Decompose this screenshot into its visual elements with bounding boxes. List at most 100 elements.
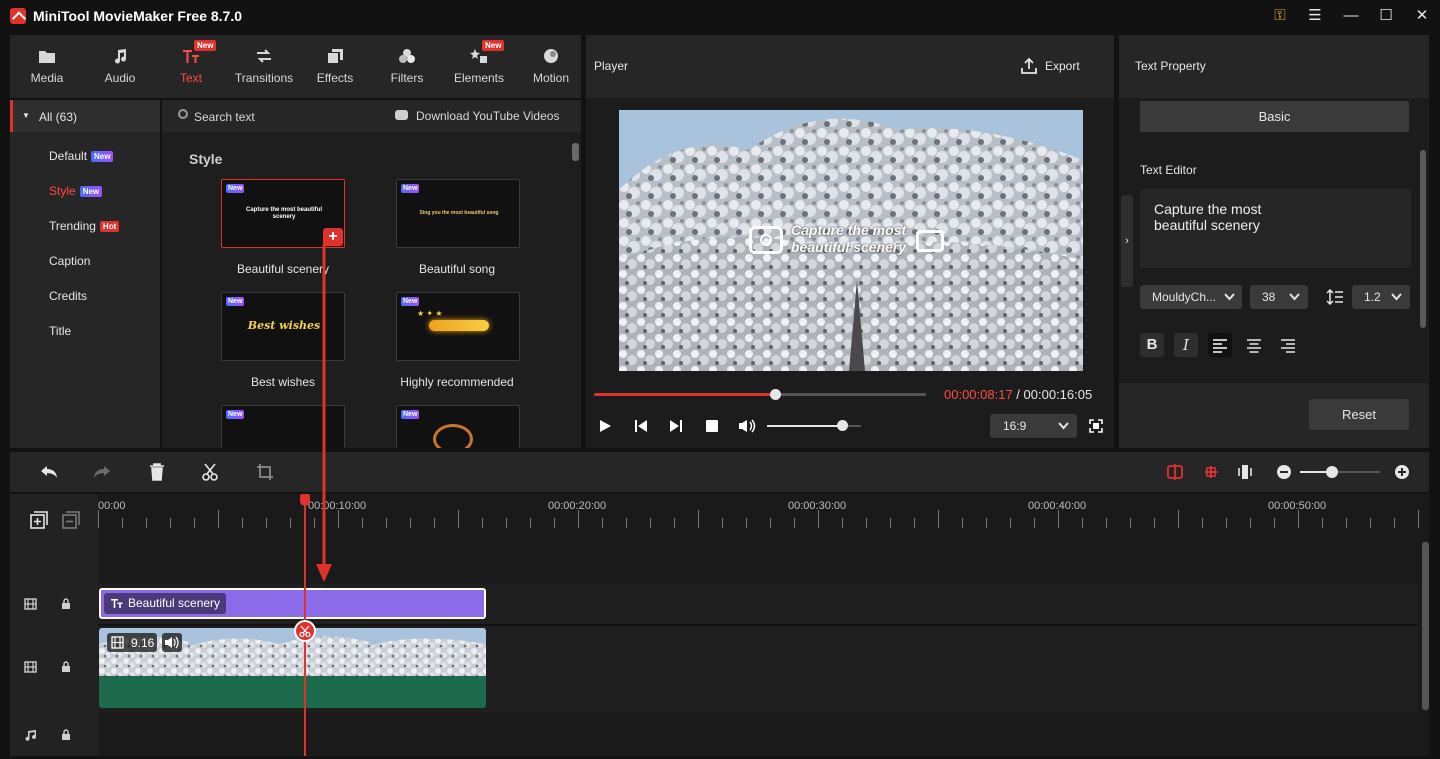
- tab-filters[interactable]: Filters: [372, 35, 442, 98]
- ruler-tick: [602, 518, 603, 528]
- close-icon[interactable]: ✕: [1411, 6, 1433, 26]
- download-youtube-link[interactable]: Download YouTube Videos: [416, 109, 559, 123]
- remove-track-icon[interactable]: [62, 511, 80, 529]
- zoom-slider[interactable]: [1300, 466, 1380, 478]
- ruler-tick: [506, 518, 507, 528]
- magnet-icon[interactable]: [1202, 463, 1220, 481]
- bold-button[interactable]: B: [1140, 333, 1164, 357]
- tab-media-label: Media: [30, 71, 64, 85]
- aspect-ratio-dropdown[interactable]: 16:9: [990, 414, 1077, 438]
- category-default[interactable]: Default New: [49, 149, 114, 163]
- fit-timeline-icon[interactable]: [1236, 463, 1254, 481]
- ruler-tick: [362, 518, 363, 528]
- search-input[interactable]: Search text: [194, 110, 255, 124]
- text-template-item[interactable]: New: [396, 405, 520, 448]
- timeline-scrollbar[interactable]: [1422, 542, 1429, 710]
- title-bar: MiniTool MovieMaker Free 8.7.0 ⚿ ☰ — ☐ ✕: [0, 0, 1440, 33]
- align-center-icon[interactable]: [1242, 333, 1266, 357]
- player-panel: Player Export Capture the most beautiful…: [586, 35, 1114, 448]
- volume-icon[interactable]: [738, 419, 756, 433]
- category-caption[interactable]: Caption: [49, 254, 90, 268]
- time-ruler[interactable]: 00:00 00:00:10:00 00:00:20:00 00:00:30:0…: [98, 494, 1429, 534]
- progress-handle[interactable]: [769, 389, 781, 400]
- scissors-glyph-icon: [299, 625, 311, 637]
- italic-button[interactable]: I: [1174, 333, 1198, 357]
- reset-button[interactable]: Reset: [1309, 399, 1409, 430]
- export-button[interactable]: Export: [1045, 59, 1080, 73]
- tab-motion[interactable]: Motion: [516, 35, 586, 98]
- category-title[interactable]: Title: [49, 324, 71, 338]
- play-icon[interactable]: [598, 419, 612, 433]
- effects-icon: [328, 49, 343, 63]
- tab-audio[interactable]: Audio: [85, 35, 155, 98]
- lock-icon[interactable]: [61, 661, 71, 673]
- font-dropdown[interactable]: MouldyCh...: [1140, 285, 1242, 309]
- delete-icon[interactable]: [149, 463, 165, 481]
- property-scrollbar[interactable]: [1420, 150, 1426, 328]
- tab-text[interactable]: New Text: [156, 35, 226, 98]
- zoom-in-icon[interactable]: [1394, 464, 1410, 480]
- split-audio-icon[interactable]: [1166, 463, 1184, 481]
- lock-icon[interactable]: [61, 729, 71, 741]
- ruler-label: 00:00: [98, 500, 126, 512]
- category-trending[interactable]: Trending Hot: [49, 219, 120, 233]
- text-editor-line-1: Capture the most: [1154, 201, 1262, 217]
- menu-icon[interactable]: ☰: [1304, 6, 1326, 26]
- next-frame-icon[interactable]: [669, 419, 683, 433]
- minimize-icon[interactable]: —: [1340, 6, 1362, 26]
- category-sidebar: ▼ All (63) Default New Style New Trending H…: [10, 100, 160, 448]
- category-all[interactable]: ▼ All (63): [10, 100, 160, 132]
- redo-icon[interactable]: [92, 464, 112, 480]
- volume-fill: [767, 425, 842, 427]
- zoom-handle[interactable]: [1326, 466, 1338, 478]
- line-spacing-icon: [1326, 289, 1343, 305]
- fullscreen-icon[interactable]: [1089, 419, 1103, 433]
- text-clip-label-chip: Beautiful scenery: [104, 593, 227, 614]
- lock-icon[interactable]: [61, 598, 71, 610]
- category-style[interactable]: Style New: [49, 184, 103, 198]
- template-label: Highly recommended: [400, 375, 514, 389]
- template-label: Beautiful scenery: [236, 262, 330, 276]
- playhead-handle[interactable]: [300, 494, 310, 506]
- player-header: Player Export: [586, 35, 1114, 98]
- volume-handle[interactable]: [836, 420, 848, 431]
- text-template-beautiful-song[interactable]: New Sing you the most beautiful song: [396, 179, 520, 248]
- font-size-dropdown[interactable]: 38: [1250, 285, 1308, 309]
- ruler-tick: [530, 518, 531, 528]
- align-right-icon[interactable]: [1276, 333, 1300, 357]
- split-scissors-icon[interactable]: [294, 620, 316, 642]
- timeline-toolbar: [10, 452, 1429, 492]
- template-preview-graphic: [429, 320, 489, 331]
- library-scrollbar[interactable]: [572, 143, 579, 161]
- text-clip[interactable]: Beautiful scenery: [99, 588, 486, 619]
- volume-slider[interactable]: [767, 420, 861, 431]
- zoom-out-icon[interactable]: [1276, 464, 1292, 480]
- tab-transitions[interactable]: Transitions: [229, 35, 299, 98]
- key-icon[interactable]: ⚿: [1269, 6, 1291, 26]
- ruler-tick: [122, 518, 123, 528]
- text-icon: [111, 599, 123, 608]
- stop-icon[interactable]: [705, 419, 719, 433]
- category-credits[interactable]: Credits: [49, 289, 87, 303]
- text-template-beautiful-scenery[interactable]: New Capture the most beautiful scenery +: [221, 179, 345, 248]
- progress-bar[interactable]: [594, 389, 926, 400]
- tab-media[interactable]: Media: [12, 35, 82, 98]
- undo-icon[interactable]: [39, 464, 59, 480]
- tab-elements[interactable]: New Elements: [444, 35, 514, 98]
- tab-basic[interactable]: Basic: [1140, 101, 1409, 132]
- previous-frame-icon[interactable]: [634, 419, 648, 433]
- ruler-tick: [1250, 518, 1251, 528]
- maximize-icon[interactable]: ☐: [1375, 6, 1397, 26]
- text-template-highly-recommended[interactable]: New ★ ✦ ★: [396, 292, 520, 361]
- scissors-icon[interactable]: [202, 463, 218, 481]
- text-editor-field[interactable]: Capture the most beautiful scenery: [1140, 189, 1411, 268]
- app-logo-icon: [10, 8, 26, 24]
- tab-effects[interactable]: Effects: [300, 35, 370, 98]
- line-spacing-dropdown[interactable]: 1.2: [1352, 285, 1410, 309]
- add-track-icon[interactable]: [30, 511, 48, 529]
- collapse-panel-button[interactable]: ›: [1121, 195, 1133, 287]
- video-clip[interactable]: 9.16: [99, 628, 486, 708]
- align-left-icon[interactable]: [1208, 333, 1232, 357]
- crop-icon[interactable]: [256, 463, 274, 481]
- clip-volume-icon[interactable]: [162, 633, 182, 652]
